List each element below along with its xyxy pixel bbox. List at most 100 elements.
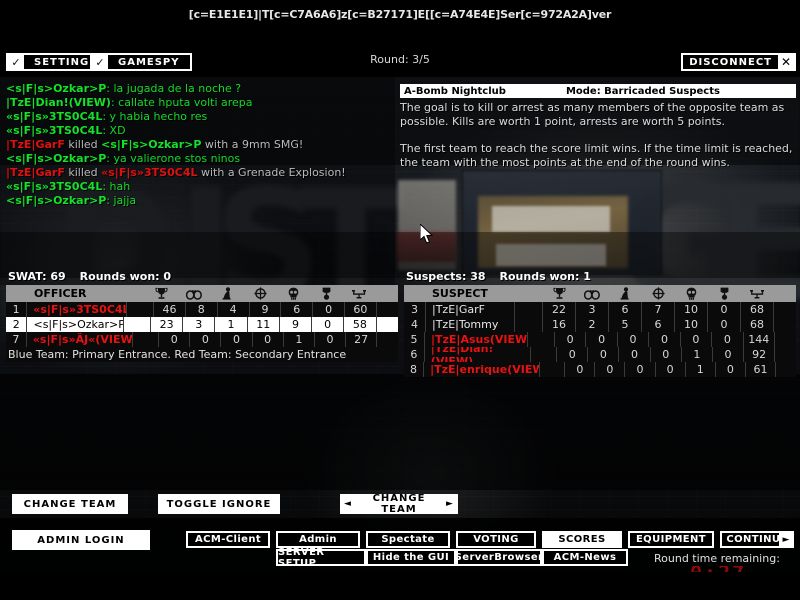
chat-player-name: «s|F|s»3TS0C4L [6, 124, 103, 137]
swat-scoreboard: OFFICER 1 «s|F|s»3TS0C4L 46 8 4 9 6 0 60 2 <s|F|s>O… [6, 285, 398, 362]
chat-message-body: callate hputa volti arepa [118, 96, 253, 109]
console-bar[interactable]: (> shot_ [0, 572, 800, 600]
map-name: A-Bomb Nightclub [404, 85, 506, 97]
column-header-ping-icon[interactable] [741, 285, 774, 302]
chat-message: <s|F|s>Ozkar>P: ya valierone stos ninos [6, 152, 396, 166]
player-stat-medal: 0 [712, 332, 744, 347]
admin-login-button[interactable]: ADMIN LOGIN [12, 530, 150, 550]
mod-button-serverbrowser[interactable]: ServerBrowser [455, 549, 543, 566]
player-stat-trophy: 0 [565, 362, 596, 377]
table-row[interactable]: 1 «s|F|s»3TS0C4L 46 8 4 9 6 0 60 [6, 302, 398, 317]
table-row[interactable]: 8 |TzE|enrique(VIEW) 0 0 0 0 1 0 61 [404, 362, 796, 377]
toggle-ignore-button[interactable]: TOGGLE IGNORE [158, 494, 280, 514]
chat-message-body: hah [109, 180, 131, 193]
table-row[interactable]: 5 |TzE|Asus(VIEW) 0 0 0 0 0 0 144 [404, 332, 796, 347]
round-counter: Round: 3/5 [370, 53, 430, 66]
chat-message: <s|F|s>Ozkar>P: la jugada de la noche ? [6, 82, 396, 96]
column-header-name[interactable]: SUSPECT [426, 285, 515, 302]
mod-button-voting[interactable]: VOTING [456, 531, 536, 548]
player-stat-skull: 0 [681, 332, 713, 347]
chat-victim-name: <s|F|s>Ozkar>P [101, 138, 202, 151]
player-row-tail [377, 302, 398, 317]
change-team-button-right[interactable]: ◄ CHANGE TEAM ► [340, 493, 458, 515]
change-team-button-left[interactable]: CHANGE TEAM [12, 494, 128, 514]
continue-arrow-icon[interactable]: ► [779, 531, 793, 548]
column-header-medal-icon[interactable] [310, 285, 343, 302]
mod-button-hide-the-gui[interactable]: Hide the GUI [366, 549, 456, 566]
player-stat-ping: 61 [746, 362, 777, 377]
briefing-paragraph-1: The goal is to kill or arrest as many me… [400, 101, 785, 128]
table-row[interactable]: 2 <s|F|s>Ozkar>P 23 3 1 11 9 0 58 [6, 317, 398, 332]
player-stat-medal: 0 [315, 332, 347, 347]
player-rank: 3 [404, 302, 426, 317]
column-header-skull-icon[interactable] [277, 285, 310, 302]
column-header-arrested-icon[interactable] [211, 285, 244, 302]
mod-button-spectate[interactable]: Spectate [366, 531, 450, 548]
chat-player-name: |TzE|Dian!(VIEW) [6, 96, 111, 109]
chat-message: |TzE|GarF killed <s|F|s>Ozkar>P with a 9… [6, 138, 396, 152]
briefing-header: A-Bomb Nightclub Mode: Barricaded Suspec… [400, 84, 796, 98]
chat-player-name: <s|F|s>Ozkar>P [6, 152, 107, 165]
mouse-cursor [419, 222, 434, 249]
player-stat-medal: 0 [313, 302, 346, 317]
player-stat-skull: 9 [280, 317, 313, 332]
player-stat-crosshair: 0 [253, 332, 284, 347]
player-row-tail [775, 347, 796, 362]
column-header-spacer [515, 285, 543, 302]
player-stat-arrested: 4 [218, 302, 250, 317]
column-header-handcuffs-icon[interactable] [576, 285, 609, 302]
column-header-trophy-icon[interactable] [543, 285, 576, 302]
column-header-crosshair-icon[interactable] [244, 285, 277, 302]
player-stat-handcuffs: 3 [183, 317, 216, 332]
player-stat-ping: 58 [344, 317, 377, 332]
player-spacer [531, 347, 558, 362]
mod-button-scores[interactable]: SCORES [542, 531, 622, 548]
column-header-skull-icon[interactable] [675, 285, 708, 302]
chevron-right-icon[interactable]: ► [442, 499, 458, 509]
mod-button-admin[interactable]: Admin [276, 531, 360, 548]
chevron-left-icon[interactable]: ◄ [340, 499, 356, 509]
mod-button-acm-news[interactable]: ACM-News [542, 549, 628, 566]
close-icon[interactable]: ✕ [778, 55, 794, 69]
column-header-trophy-icon[interactable] [145, 285, 178, 302]
player-stat-ping: 68 [741, 302, 774, 317]
player-row-tail [774, 302, 796, 317]
mod-button-acm-client[interactable]: ACM-Client [186, 531, 270, 548]
player-name: |TzE|Tommy [426, 317, 515, 332]
player-stat-handcuffs: 2 [576, 317, 609, 332]
chat-player-name: |TzE|GarF [6, 138, 65, 151]
column-header-arrested-icon[interactable] [609, 285, 642, 302]
column-header-ping-icon[interactable] [343, 285, 376, 302]
player-row-tail [776, 362, 796, 377]
player-stat-crosshair: 11 [248, 317, 280, 332]
swat-score: SWAT: 69 [8, 270, 66, 283]
player-rank: 8 [404, 362, 425, 377]
disconnect-button[interactable]: DISCONNECT ✕ [681, 53, 796, 71]
suspects-team-header: Suspects: 38 Rounds won: 1 [406, 270, 591, 283]
player-stat-ping: 60 [345, 302, 377, 317]
game-hud: DISTGE [c=E1E1E1]|T[c=C7A6A6]z[c=B27171]… [0, 0, 800, 600]
player-stat-skull: 6 [281, 302, 314, 317]
chat-message-body: with a 9mm SMG! [201, 138, 304, 151]
table-row[interactable]: 7 «s|F|s»ÄJ«(VIEW) 0 0 0 0 1 0 27 [6, 332, 398, 347]
chat-player-name: «s|F|s»3TS0C4L [6, 180, 103, 193]
table-row[interactable]: 4 |TzE|Tommy 16 2 5 6 10 0 68 [404, 317, 796, 332]
mod-button-equipment[interactable]: EQUIPMENT [628, 531, 714, 548]
table-row[interactable]: 3 |TzE|GarF 22 3 6 7 10 0 68 [404, 302, 796, 317]
column-header-handcuffs-icon[interactable] [178, 285, 211, 302]
mod-button-server-setup[interactable]: SERVER SETUP [276, 547, 366, 569]
table-row[interactable]: 6 |TzE|Dian!(VIEW) 0 0 0 0 1 0 92 [404, 347, 796, 362]
column-header-name[interactable]: OFFICER [28, 285, 117, 302]
chat-message: «s|F|s»3TS0C4L: XD [6, 124, 396, 138]
chat-separator: : [102, 110, 110, 123]
chat-message: «s|F|s»3TS0C4L: y habia hecho res [6, 110, 396, 124]
player-stat-ping: 68 [741, 317, 774, 332]
chat-separator: killed [64, 138, 102, 151]
title-bar: [c=E1E1E1]|T[c=C7A6A6]z[c=B27171]E[[c=A7… [0, 0, 800, 45]
column-header-crosshair-icon[interactable] [642, 285, 675, 302]
chat-message: |TzE|GarF killed «s|F|s»3TS0C4L with a G… [6, 166, 396, 180]
column-header-medal-icon[interactable] [708, 285, 741, 302]
chat-message-body: y habia hecho res [109, 110, 208, 123]
player-stat-arrested: 0 [619, 347, 651, 362]
chat-player-name: <s|F|s>Ozkar>P [6, 82, 107, 95]
